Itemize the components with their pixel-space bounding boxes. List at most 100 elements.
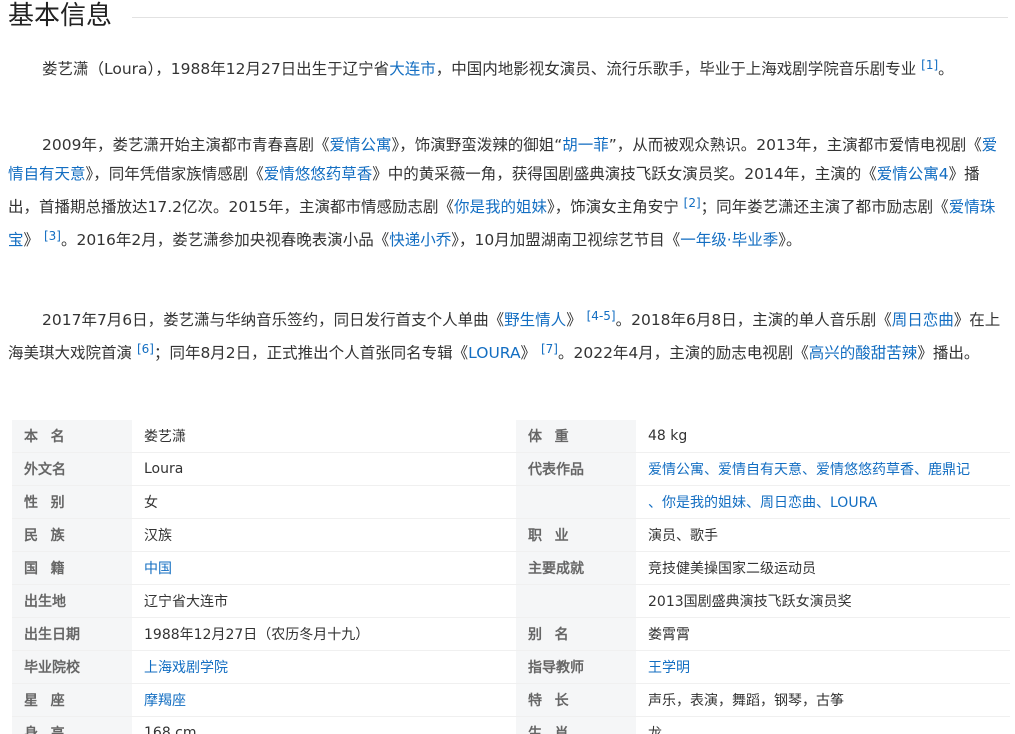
- info-label: [516, 485, 636, 519]
- citation-ref[interactable]: [7]: [541, 342, 558, 356]
- info-label: [516, 584, 636, 618]
- paragraph-text: 》中的黄采薇一角，获得国剧盛典演技飞跃女演员奖。2014年，主演的《: [372, 165, 877, 183]
- paragraph-text: 》: [566, 311, 587, 329]
- info-value-text: 演员、歌手: [648, 528, 718, 544]
- info-value-text: 168 cm: [144, 725, 197, 734]
- info-value: 48 kg: [636, 420, 1010, 453]
- paragraph-text: ；同年8月2日，正式推出个人首张同名专辑《: [153, 344, 469, 362]
- inline-link[interactable]: 你是我的姐妹: [454, 198, 547, 216]
- info-value-text: 2013国剧盛典演技飞跃女演员奖: [648, 594, 852, 610]
- info-label: 外文名: [12, 452, 132, 486]
- info-label: 民族: [12, 518, 132, 552]
- info-value-text: 娄霄霄: [648, 627, 690, 643]
- inline-link[interactable]: 爱情公寓4: [877, 165, 949, 183]
- info-value: 娄霄霄: [636, 617, 1010, 651]
- info-label: 别名: [516, 617, 636, 651]
- info-value: 摩羯座: [132, 683, 516, 717]
- citation-ref[interactable]: [3]: [44, 229, 61, 243]
- citation-ref[interactable]: [4-5]: [587, 309, 616, 323]
- info-row: 外文名 Loura 代表作品 爱情公寓、爱情自有天意、爱情悠悠药草香、鹿鼎记: [12, 452, 1010, 486]
- info-label: 出生地: [12, 584, 132, 618]
- info-label: 星座: [12, 683, 132, 717]
- section-divider: [132, 17, 1008, 18]
- baike-page: 基本信息 娄艺潇（Loura），1988年12月27日出生于辽宁省大连市，中国内…: [0, 0, 1015, 734]
- info-label: 职业: [516, 518, 636, 552]
- paragraph-text: 》，10月加盟湖南卫视综艺节目《: [451, 231, 681, 249]
- inline-link[interactable]: 周日恋曲: [892, 311, 954, 329]
- info-value: 女: [132, 485, 516, 519]
- info-value-text: 48 kg: [648, 428, 688, 444]
- inline-link[interactable]: 爱情悠悠药草香: [264, 165, 373, 183]
- info-value: 辽宁省大连市: [132, 584, 516, 618]
- inline-link[interactable]: 一年级·毕业季: [680, 231, 778, 249]
- paragraph-text: 》: [23, 231, 44, 249]
- info-value-text: 娄艺潇: [144, 429, 186, 445]
- info-row: 性别 女 、你是我的姐妹、周日恋曲、LOURA: [12, 485, 1010, 519]
- paragraph-text: 》: [520, 344, 541, 362]
- info-label-text: 生肖: [528, 726, 582, 734]
- info-value-link[interactable]: 摩羯座: [144, 693, 186, 709]
- citation-ref[interactable]: [1]: [921, 58, 938, 72]
- inline-link[interactable]: 高兴的酸甜苦辣: [809, 344, 918, 362]
- info-value: 王学明: [636, 650, 1010, 684]
- paragraph-text: ；同年娄艺潇还主演了都市励志剧《: [700, 198, 949, 216]
- info-value-link[interactable]: 爱情公寓、爱情自有天意、爱情悠悠药草香、鹿鼎记: [648, 462, 970, 478]
- info-value: 上海戏剧学院: [132, 650, 516, 684]
- section-title: 基本信息: [8, 1, 113, 31]
- info-row: 星座 摩羯座 特长 声乐，表演，舞蹈，钢琴，古筝: [12, 683, 1010, 717]
- info-label: 毕业院校: [12, 650, 132, 684]
- inline-link[interactable]: 大连市: [389, 60, 436, 78]
- info-label-text: 外文名: [24, 462, 66, 478]
- info-label-text: 国籍: [24, 561, 78, 577]
- citation-ref[interactable]: [6]: [137, 342, 154, 356]
- info-value-text: 竞技健美操国家二级运动员: [648, 561, 816, 577]
- section-header: 基本信息: [8, 0, 1008, 34]
- paragraph-text: 》播出。: [917, 344, 980, 362]
- info-value: 演员、歌手: [636, 518, 1010, 552]
- info-label-text: 体重: [528, 429, 582, 445]
- info-label: 生肖: [516, 716, 636, 734]
- info-label: 性别: [12, 485, 132, 519]
- paragraph-text: 。: [938, 60, 954, 78]
- paragraph-text: 。2018年6月8日，主演的单人音乐剧《: [615, 311, 892, 329]
- inline-link[interactable]: 快递小乔: [389, 231, 451, 249]
- info-label-text: 指导教师: [528, 660, 584, 676]
- intro-paragraph-2: 2009年，娄艺潇开始主演都市青春喜剧《爱情公寓》，饰演野蛮泼辣的御姐“胡一菲”…: [8, 131, 1008, 255]
- info-value-link[interactable]: 中国: [144, 561, 172, 577]
- info-label-text: 本名: [24, 429, 78, 445]
- paragraph-text: 。2016年2月，娄艺潇参加央视春晚表演小品《: [60, 231, 390, 249]
- info-value-link[interactable]: 、你是我的姐妹、周日恋曲、LOURA: [648, 495, 877, 511]
- inline-link[interactable]: 胡一菲: [562, 136, 609, 154]
- paragraph-text: 》，饰演野蛮泼辣的御姐“: [391, 136, 563, 154]
- info-label-text: 特长: [528, 693, 582, 709]
- info-value: 声乐，表演，舞蹈，钢琴，古筝: [636, 683, 1010, 717]
- info-row: 民族 汉族 职业 演员、歌手: [12, 518, 1010, 552]
- info-value-text: Loura: [144, 461, 184, 477]
- paragraph-text: ”，从而被观众熟识。2013年，主演都市爱情电视剧《: [608, 136, 982, 154]
- info-value: 龙: [636, 716, 1010, 734]
- info-value-link[interactable]: 上海戏剧学院: [144, 660, 228, 676]
- inline-link[interactable]: LOURA: [468, 344, 520, 362]
- info-row: 身高 168 cm 生肖 龙: [12, 716, 1010, 734]
- info-value: 中国: [132, 551, 516, 585]
- inline-link[interactable]: 野生情人: [504, 311, 566, 329]
- paragraph-text: 》，同年凭借家族情感剧《: [85, 165, 264, 183]
- info-value: Loura: [132, 452, 516, 486]
- info-value: 爱情公寓、爱情自有天意、爱情悠悠药草香、鹿鼎记: [636, 452, 1010, 486]
- paragraph-text: 2009年，娄艺潇开始主演都市青春喜剧《: [42, 136, 330, 154]
- basic-info-table: 本名 娄艺潇 体重 48 kg 外文名 Loura 代表作品 爱情公寓、爱情自有天意、爱情悠悠…: [12, 420, 1010, 734]
- info-label: 身高: [12, 716, 132, 734]
- info-value-link[interactable]: 王学明: [648, 660, 690, 676]
- info-label-text: 出生地: [24, 594, 66, 610]
- intro-paragraph-3: 2017年7月6日，娄艺潇与华纳音乐签约，同日发行首支个人单曲《野生情人》 [4…: [8, 302, 1008, 368]
- info-value: 168 cm: [132, 716, 516, 734]
- info-value: 、你是我的姐妹、周日恋曲、LOURA: [636, 485, 1010, 519]
- info-label: 体重: [516, 420, 636, 453]
- citation-ref[interactable]: [2]: [684, 196, 701, 210]
- info-value: 2013国剧盛典演技飞跃女演员奖: [636, 584, 1010, 618]
- paragraph-text: 娄艺潇（Loura），1988年12月27日出生于辽宁省: [42, 60, 390, 78]
- inline-link[interactable]: 爱情公寓: [329, 136, 391, 154]
- info-label-text: 别名: [528, 627, 582, 643]
- info-value-text: 声乐，表演，舞蹈，钢琴，古筝: [648, 693, 844, 709]
- info-label: 国籍: [12, 551, 132, 585]
